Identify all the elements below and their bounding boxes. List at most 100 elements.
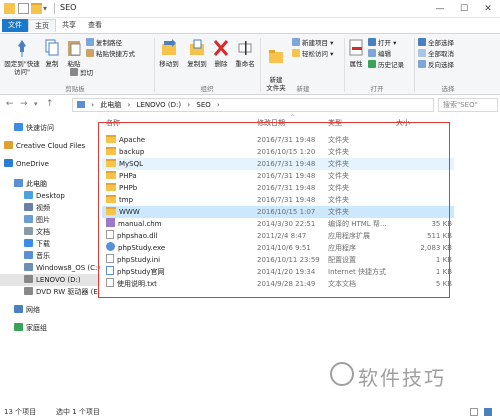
tab-file[interactable]: 文件 <box>2 19 28 32</box>
close-button[interactable]: ✕ <box>476 0 500 18</box>
paste-button[interactable]: 粘贴 <box>64 38 84 68</box>
folder-icon <box>106 159 116 167</box>
file-type: 文件夹 <box>328 196 349 204</box>
file-row[interactable]: tmp 2016/7/31 19:48 文件夹 <box>102 194 454 206</box>
nav-item-13[interactable]: 网络 <box>0 304 100 316</box>
file-row[interactable]: phpStudy.exe 2014/10/6 9:51 应用程序 2,083 KB <box>102 242 454 254</box>
copy-button[interactable]: 复制 <box>42 38 62 68</box>
recent-locations-chevron-icon[interactable]: ▾ <box>34 100 38 108</box>
delete-button[interactable]: 删除 <box>212 38 230 68</box>
nav-item-8[interactable]: 下载 <box>0 238 100 250</box>
large-icons-view-icon[interactable] <box>484 408 492 416</box>
file-row[interactable]: PHPb 2016/7/31 19:48 文件夹 <box>102 182 454 194</box>
ribbon: 固定到"快速访问" 复制 粘贴 复制路径 粘贴快捷方式 剪切 剪贴板 移动到 复… <box>0 33 500 95</box>
breadcrumb-this-pc[interactable]: 此电脑 <box>100 101 121 109</box>
rename-button[interactable]: 重命名 <box>233 38 257 68</box>
column-header-date[interactable]: 修改日期 <box>257 118 285 128</box>
search-placeholder: 搜索"SEO" <box>443 101 478 109</box>
title-bar: ▾ SEO — ☐ ✕ <box>0 0 500 18</box>
nav-item-3[interactable]: 此电脑 <box>0 178 100 190</box>
nav-item-12[interactable]: DVD RW 驱动器 (E: <box>0 286 100 298</box>
nav-item-label: 快速访问 <box>26 124 54 132</box>
edit-button[interactable]: 编辑 <box>368 49 391 59</box>
address-bar[interactable]: › 此电脑 › LENOVO (D:) › SEO › <box>72 98 434 112</box>
nav-item-7[interactable]: 文档 <box>0 226 100 238</box>
cut-button[interactable]: 剪切 <box>70 68 93 78</box>
file-row[interactable]: 使用说明.txt 2014/9/28 21:49 文本文档 5 KB <box>102 278 454 290</box>
column-header-size[interactable]: 大小 <box>396 118 410 128</box>
file-name: backup <box>119 148 145 156</box>
nav-item-label: 文档 <box>36 228 50 236</box>
move-to-button[interactable]: 移动到 <box>157 38 181 68</box>
column-header-type[interactable]: 类型 <box>328 118 342 128</box>
nav-item-9[interactable]: 音乐 <box>0 250 100 262</box>
file-row[interactable]: phpshao.dll 2011/2/4 8:47 应用程序扩展 511 KB <box>102 230 454 242</box>
file-size: 1 KB <box>435 268 452 276</box>
file-row[interactable]: backup 2016/10/15 1:20 文件夹 <box>102 146 454 158</box>
forward-arrow-icon[interactable]: → <box>20 99 28 109</box>
nav-item-1[interactable]: Creative Cloud Files <box>0 140 100 152</box>
breadcrumb-chevron[interactable]: › <box>217 101 220 109</box>
delete-icon <box>213 40 229 56</box>
file-date: 2011/2/4 8:47 <box>257 232 307 240</box>
nav-item-label: OneDrive <box>16 160 49 168</box>
file-row[interactable]: manual.chm 2014/3/30 22:51 编译的 HTML 帮... 35… <box>102 218 454 230</box>
paste-label: 粘贴 <box>67 60 81 68</box>
file-row[interactable]: WWW 2016/10/15 1:07 文件夹 <box>102 206 454 218</box>
up-arrow-icon[interactable]: ↑ <box>46 99 54 109</box>
nav-item-label: LENOVO (D:) <box>36 276 81 284</box>
tab-share[interactable]: 共享 <box>56 19 82 32</box>
file-type: 文件夹 <box>328 184 349 192</box>
nav-item-2[interactable]: OneDrive <box>0 158 100 170</box>
properties-button[interactable]: 属性 <box>347 38 365 68</box>
file-row[interactable]: phpStudy官网 2014/1/20 19:34 Internet 快捷方式 1 … <box>102 266 454 278</box>
easy-access-button[interactable]: 轻松访问 ▾ <box>292 49 333 59</box>
open-group-label: 打开 <box>370 85 384 93</box>
column-header-name[interactable]: 名称 <box>106 118 120 128</box>
back-arrow-icon[interactable]: ← <box>6 99 14 109</box>
status-bar: 13 个项目 选中 1 个项目 <box>0 404 500 420</box>
history-button[interactable]: 历史记录 <box>368 60 404 70</box>
link-icon <box>106 266 114 275</box>
properties-icon[interactable] <box>18 3 29 14</box>
maximize-button[interactable]: ☐ <box>452 0 476 18</box>
copy-path-button[interactable]: 复制路径 <box>86 38 122 48</box>
search-input[interactable]: 搜索"SEO" <box>438 98 498 112</box>
nav-item-label: 下载 <box>36 240 50 248</box>
new-folder-icon[interactable] <box>31 3 42 14</box>
pin-quick-access-button[interactable]: 固定到"快速访问" <box>4 38 40 76</box>
details-view-icon[interactable] <box>470 408 478 416</box>
invert-selection-button[interactable]: 反向选择 <box>418 60 454 70</box>
download-icon <box>24 239 33 247</box>
paste-shortcut-button[interactable]: 粘贴快捷方式 <box>86 49 135 59</box>
nav-item-0[interactable]: 快速访问 <box>0 122 100 134</box>
new-item-button[interactable]: 新建项目 ▾ <box>292 38 333 48</box>
ribbon-tabs: 文件 主页 共享 查看 <box>0 18 500 33</box>
file-date: 2016/10/11 23:59 <box>257 256 320 264</box>
nav-item-10[interactable]: Windows8_OS (C:) <box>0 262 100 274</box>
open-button[interactable]: 打开 ▾ <box>368 38 396 48</box>
select-none-button[interactable]: 全部取消 <box>418 49 454 59</box>
tab-view[interactable]: 查看 <box>82 19 108 32</box>
file-row[interactable]: Apache 2016/7/31 19:48 文件夹 <box>102 134 454 146</box>
file-row[interactable]: MySQL 2016/7/31 19:48 文件夹 <box>102 158 454 170</box>
properties-icon <box>349 39 363 56</box>
minimize-button[interactable]: — <box>428 0 452 18</box>
copy-to-button[interactable]: 复制到 <box>185 38 209 68</box>
tab-home[interactable]: 主页 <box>28 19 56 32</box>
select-all-button[interactable]: 全部选择 <box>418 38 454 48</box>
nav-item-4[interactable]: Desktop <box>0 190 100 202</box>
nav-item-6[interactable]: 图片 <box>0 214 100 226</box>
nav-item-5[interactable]: 视频 <box>0 202 100 214</box>
nav-item-11[interactable]: LENOVO (D:) <box>0 274 100 286</box>
breadcrumb-seo[interactable]: SEO <box>196 101 210 109</box>
file-row[interactable]: PHPa 2016/7/31 19:48 文件夹 <box>102 170 454 182</box>
file-date: 2014/1/20 19:34 <box>257 268 316 276</box>
breadcrumb-chevron[interactable]: › <box>187 101 190 109</box>
breadcrumb-drive-d[interactable]: LENOVO (D:) <box>137 101 182 109</box>
breadcrumb-chevron[interactable]: › <box>128 101 131 109</box>
nav-item-14[interactable]: 家庭组 <box>0 322 100 334</box>
chevron-down-icon[interactable]: ▾ <box>43 3 54 14</box>
move-to-icon <box>162 39 176 55</box>
file-row[interactable]: phpStudy.ini 2016/10/11 23:59 配置设置 1 KB <box>102 254 454 266</box>
